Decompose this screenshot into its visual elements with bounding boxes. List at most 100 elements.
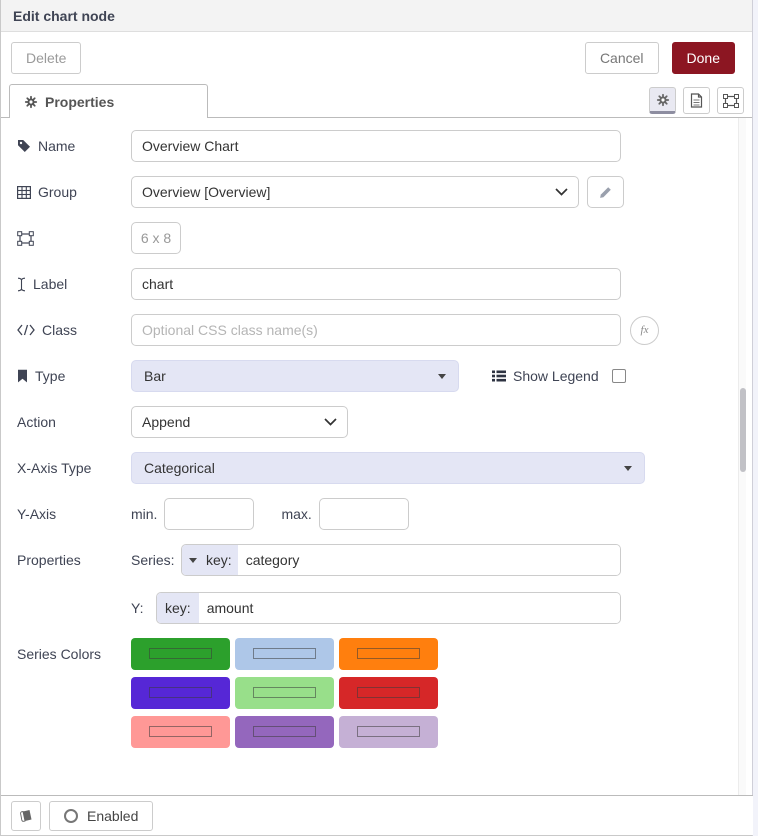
object-group-icon bbox=[17, 231, 34, 246]
color-input bbox=[149, 648, 212, 659]
group-row: Group Overview [Overview] bbox=[17, 176, 752, 208]
color-input bbox=[149, 726, 212, 737]
chart-type-select[interactable]: Bar bbox=[131, 360, 459, 392]
gear-icon bbox=[656, 93, 670, 107]
color-swatch-1[interactable] bbox=[131, 638, 230, 670]
size-label-wrap bbox=[17, 231, 131, 246]
color-swatch-3[interactable] bbox=[339, 638, 438, 670]
color-input bbox=[357, 648, 420, 659]
page-title: Edit chart node bbox=[13, 8, 115, 24]
xaxis-label-wrap: X-Axis Type bbox=[17, 460, 131, 476]
chevron-down-icon bbox=[555, 188, 568, 196]
type-label: Type bbox=[35, 368, 65, 384]
delete-button[interactable]: Delete bbox=[11, 42, 81, 74]
y-key-label: key: bbox=[157, 600, 199, 616]
label-row: Label bbox=[17, 268, 752, 300]
action-select[interactable]: Append bbox=[131, 406, 348, 438]
color-swatch-2[interactable] bbox=[235, 638, 334, 670]
done-button[interactable]: Done bbox=[672, 42, 735, 74]
tab-bar: Properties bbox=[1, 84, 752, 118]
window-edge-strip bbox=[752, 0, 758, 836]
scrollbar-thumb[interactable] bbox=[740, 388, 746, 472]
yaxis-label: Y-Axis bbox=[17, 506, 56, 522]
color-input bbox=[357, 687, 420, 698]
cancel-button[interactable]: Cancel bbox=[585, 42, 659, 74]
edit-group-button[interactable] bbox=[587, 176, 624, 208]
class-input[interactable] bbox=[131, 314, 621, 346]
properties-gear-button[interactable] bbox=[649, 87, 676, 114]
tag-icon bbox=[17, 139, 31, 153]
code-icon bbox=[17, 324, 35, 336]
action-label-wrap: Action bbox=[17, 414, 131, 430]
fx-icon: fx bbox=[641, 324, 649, 336]
color-swatch-5[interactable] bbox=[235, 677, 334, 709]
list-icon bbox=[492, 370, 506, 382]
fx-button[interactable]: fx bbox=[630, 316, 659, 345]
yaxis-min-label: min. bbox=[131, 506, 157, 522]
caret-down-icon bbox=[624, 466, 632, 471]
action-select-value: Append bbox=[142, 414, 190, 430]
series-typed-input: key: bbox=[181, 544, 621, 576]
group-label: Group bbox=[38, 184, 77, 200]
color-swatch-8[interactable] bbox=[235, 716, 334, 748]
size-button[interactable]: 6 x 8 bbox=[131, 222, 181, 254]
enabled-label: Enabled bbox=[87, 808, 138, 824]
series-property-row: Properties Series: key: bbox=[17, 544, 752, 576]
color-swatch-6[interactable] bbox=[339, 677, 438, 709]
enabled-toggle-button[interactable]: Enabled bbox=[49, 801, 153, 831]
yaxis-row: Y-Axis min. max. bbox=[17, 498, 752, 530]
xaxis-type-select[interactable]: Categorical bbox=[131, 452, 645, 484]
label-input[interactable] bbox=[131, 268, 621, 300]
type-label-wrap: Type bbox=[17, 368, 131, 384]
caret-down-icon bbox=[189, 558, 197, 563]
type-row: Type Bar bbox=[17, 360, 752, 392]
show-legend-checkbox[interactable] bbox=[612, 369, 626, 383]
yaxis-min-input[interactable] bbox=[164, 498, 254, 530]
color-swatch-9[interactable] bbox=[339, 716, 438, 748]
series-key-input[interactable] bbox=[238, 545, 620, 575]
gear-icon bbox=[24, 95, 38, 109]
yaxis-max-label: max. bbox=[281, 506, 311, 522]
dialog-panel: Edit chart node Delete Cancel Done bbox=[0, 0, 752, 836]
series-type-dropdown[interactable] bbox=[182, 558, 204, 563]
series-colors-label-wrap: Series Colors bbox=[17, 638, 131, 670]
yaxis-label-wrap: Y-Axis bbox=[17, 506, 131, 522]
node-info-button[interactable] bbox=[11, 801, 41, 831]
name-row: Name bbox=[17, 130, 752, 162]
dialog-button-row: Delete Cancel Done bbox=[1, 32, 752, 84]
series-colors-label: Series Colors bbox=[17, 646, 101, 662]
book-icon bbox=[19, 809, 33, 823]
label-label-wrap: Label bbox=[17, 276, 131, 292]
color-swatch-7[interactable] bbox=[131, 716, 230, 748]
pencil-icon bbox=[599, 186, 612, 199]
y-key-input[interactable] bbox=[199, 593, 620, 623]
document-icon bbox=[690, 93, 703, 108]
dialog-footer: Enabled bbox=[1, 795, 753, 835]
series-type-prefix: key: bbox=[182, 545, 238, 575]
action-label: Action bbox=[17, 414, 56, 430]
y-typed-input: key: bbox=[156, 592, 621, 624]
name-label-wrap: Name bbox=[17, 138, 131, 154]
group-label-wrap: Group bbox=[17, 184, 131, 200]
color-input bbox=[149, 687, 212, 698]
appearance-icon bbox=[723, 94, 739, 108]
description-button[interactable] bbox=[683, 87, 710, 114]
name-input[interactable] bbox=[131, 130, 621, 162]
properties-label: Properties bbox=[17, 552, 81, 568]
xaxis-row: X-Axis Type Categorical bbox=[17, 452, 752, 484]
color-swatch-4[interactable] bbox=[131, 677, 230, 709]
yaxis-max-input[interactable] bbox=[319, 498, 409, 530]
color-input bbox=[357, 726, 420, 737]
form-scrollbar[interactable] bbox=[738, 118, 746, 796]
tab-properties-label: Properties bbox=[45, 94, 114, 110]
enabled-toggle-icon bbox=[64, 809, 78, 823]
group-select[interactable]: Overview [Overview] bbox=[131, 176, 579, 208]
i-beam-icon bbox=[17, 277, 26, 292]
show-legend-wrap: Show Legend bbox=[492, 368, 626, 384]
bookmark-icon bbox=[17, 369, 28, 383]
xaxis-label: X-Axis Type bbox=[17, 460, 91, 476]
size-row: 6 x 8 bbox=[17, 222, 752, 254]
appearance-button[interactable] bbox=[717, 87, 744, 114]
series-label: Series: bbox=[131, 552, 181, 568]
tab-properties[interactable]: Properties bbox=[9, 84, 208, 118]
